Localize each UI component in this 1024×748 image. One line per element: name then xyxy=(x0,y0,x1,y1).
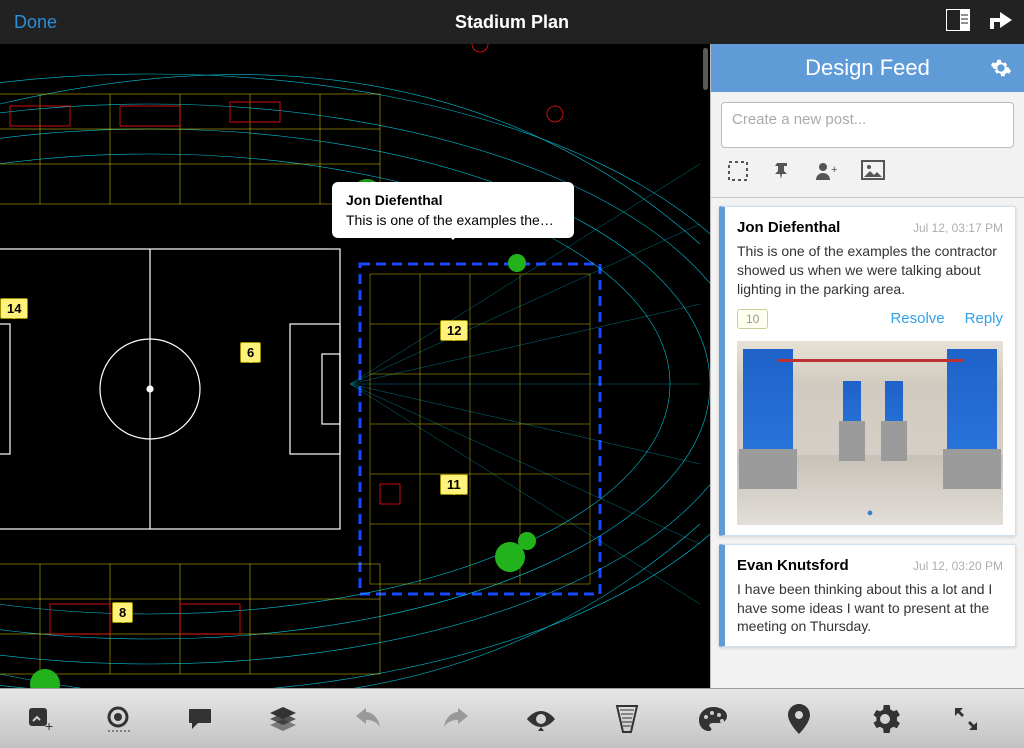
panel-header: Design Feed xyxy=(711,44,1024,92)
settings-tool-icon[interactable] xyxy=(842,704,928,734)
design-feed-panel: Design Feed Create a new post... + Jon D… xyxy=(710,44,1024,688)
comment-tool-icon[interactable] xyxy=(160,706,240,732)
bottom-toolbar: + xyxy=(0,688,1024,748)
redo-icon[interactable] xyxy=(412,707,498,731)
pin-marker[interactable] xyxy=(518,532,536,550)
svg-text:+: + xyxy=(831,164,837,176)
marker-label[interactable]: 14 xyxy=(0,298,28,319)
share-icon[interactable] xyxy=(988,9,1014,36)
panel-toggle-icon[interactable] xyxy=(946,9,970,36)
feed-post[interactable]: Evan Knutsford Jul 12, 03:20 PM I have b… xyxy=(719,544,1016,648)
location-tool-icon[interactable] xyxy=(756,704,842,734)
post-time: Jul 12, 03:17 PM xyxy=(913,221,1003,235)
image-icon[interactable] xyxy=(861,160,885,187)
svg-text:+: + xyxy=(45,718,53,733)
marker-label[interactable]: 8 xyxy=(112,602,133,623)
callout-author: Jon Diefenthal xyxy=(346,192,560,208)
comment-callout[interactable]: Jon Diefenthal This is one of the exampl… xyxy=(332,182,574,238)
markup-tool-icon[interactable]: + xyxy=(0,705,80,733)
post-author: Evan Knutsford xyxy=(737,557,849,574)
pin-marker[interactable] xyxy=(508,254,526,272)
marker-label[interactable]: 12 xyxy=(440,320,468,341)
resolve-button[interactable]: Resolve xyxy=(890,310,944,327)
scrollbar[interactable] xyxy=(703,48,708,90)
post-text: This is one of the examples the contract… xyxy=(737,242,1003,299)
post-badge[interactable]: 10 xyxy=(737,309,768,329)
marker-label[interactable]: 6 xyxy=(240,342,261,363)
gear-icon[interactable] xyxy=(990,57,1012,79)
fullscreen-tool-icon[interactable] xyxy=(928,705,1004,733)
add-person-icon[interactable]: + xyxy=(815,160,839,187)
select-area-icon[interactable] xyxy=(727,160,749,187)
reply-button[interactable]: Reply xyxy=(965,310,1003,327)
cad-drawing xyxy=(0,44,710,688)
panel-title: Design Feed xyxy=(805,55,930,81)
feed-post[interactable]: Jon Diefenthal Jul 12, 03:17 PM This is … xyxy=(719,206,1016,536)
pushpin-icon[interactable] xyxy=(771,160,793,187)
page-title: Stadium Plan xyxy=(455,12,569,33)
done-button[interactable]: Done xyxy=(14,12,57,33)
post-text: I have been thinking about this a lot an… xyxy=(737,580,1003,637)
marker-label[interactable]: 11 xyxy=(440,474,468,495)
palette-tool-icon[interactable] xyxy=(670,705,756,733)
post-author: Jon Diefenthal xyxy=(737,219,840,236)
top-bar: Done Stadium Plan xyxy=(0,0,1024,44)
drawing-canvas[interactable]: 14 6 12 11 8 Jon Diefenthal This is one … xyxy=(0,44,710,688)
post-time: Jul 12, 03:20 PM xyxy=(913,559,1003,573)
view-tool-icon[interactable] xyxy=(498,707,584,731)
measure-tool-icon[interactable] xyxy=(80,705,160,733)
post-image[interactable]: ● xyxy=(737,341,1003,525)
undo-icon[interactable] xyxy=(326,707,412,731)
scale-tool-icon[interactable] xyxy=(584,704,670,734)
callout-text: This is one of the examples the… xyxy=(346,212,560,228)
layers-tool-icon[interactable] xyxy=(240,705,326,733)
new-post-input[interactable]: Create a new post... xyxy=(721,102,1014,148)
image-pager[interactable]: ● xyxy=(737,507,1003,519)
